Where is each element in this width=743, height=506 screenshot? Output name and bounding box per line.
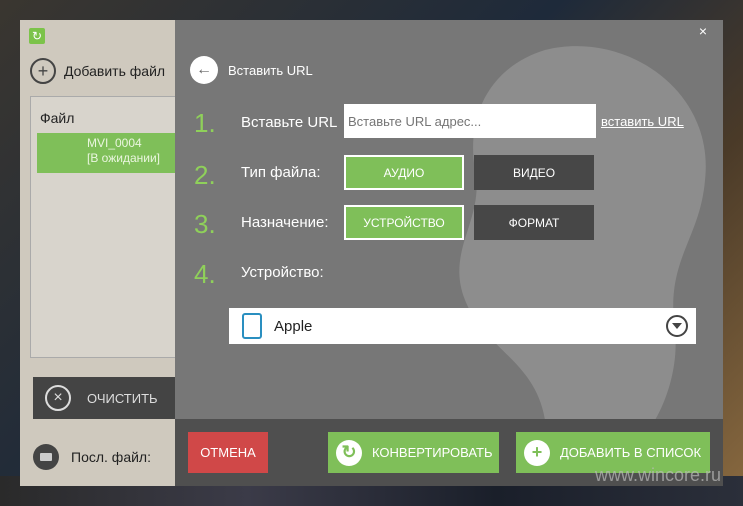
video-button[interactable]: ВИДЕО (474, 155, 594, 190)
clear-label: ОЧИСТИТЬ (87, 390, 158, 406)
back-button[interactable]: ← Вставить URL (190, 56, 313, 84)
plus-icon: + (30, 58, 56, 84)
last-file-button[interactable]: Посл. файл: (33, 444, 151, 470)
convert-label: КОНВЕРТИРОВАТЬ (372, 445, 493, 460)
plus-icon: + (524, 439, 550, 466)
device-select[interactable]: Apple (229, 308, 696, 344)
clear-button[interactable]: × ОЧИСТИТЬ (33, 377, 185, 419)
device-selected-value: Apple (274, 317, 313, 335)
add-file-button[interactable]: + Добавить файл (30, 58, 165, 84)
step-number-2: 2. (194, 160, 216, 190)
file-name: MVI_0004 (87, 136, 142, 150)
watermark: www.wincore.ru (594, 465, 721, 485)
step-label-destination: Назначение: (241, 214, 329, 231)
file-panel: ↻ + Добавить файл Файл MVI_0004 [В ожида… (20, 20, 185, 486)
close-button[interactable]: × (699, 23, 707, 39)
url-input[interactable] (344, 104, 596, 138)
file-status: [В ожидании] (87, 151, 160, 165)
folder-icon (33, 444, 59, 470)
step-number-3: 3. (194, 209, 216, 239)
format-button[interactable]: ФОРМАТ (474, 205, 594, 240)
step-number-4: 4. (194, 259, 216, 289)
step-label-file-type: Тип файла: (241, 164, 321, 181)
file-list: Файл MVI_0004 [В ожидании] (30, 96, 182, 358)
close-icon: × (45, 385, 71, 411)
add-to-list-label: ДОБАВИТЬ В СПИСОК (560, 445, 702, 460)
back-arrow-icon: ← (190, 56, 218, 84)
add-file-label: Добавить файл (64, 63, 166, 79)
list-item[interactable]: MVI_0004 [В ожидании] (37, 133, 181, 173)
convert-button[interactable]: ↻ КОНВЕРТИРОВАТЬ (328, 432, 499, 473)
audio-button[interactable]: АУДИО (344, 155, 464, 190)
step-label-device: Устройство: (241, 264, 324, 281)
paste-url-link[interactable]: вставить URL (601, 114, 684, 129)
step-number-1: 1. (194, 108, 216, 138)
convert-icon: ↻ (336, 439, 362, 466)
dialog-title: Вставить URL (228, 62, 313, 78)
cancel-button[interactable]: ОТМЕНА (188, 432, 268, 473)
paste-url-dialog: × ← Вставить URL 1. Вставьте URL вставит… (175, 20, 723, 419)
last-file-label: Посл. файл: (71, 449, 151, 465)
step-label-url: Вставьте URL (241, 114, 338, 131)
device-button[interactable]: УСТРОЙСТВО (344, 205, 464, 240)
chevron-down-icon[interactable] (666, 315, 688, 337)
file-list-header: Файл (40, 110, 75, 126)
app-logo-icon: ↻ (29, 28, 45, 44)
tablet-icon (242, 313, 262, 339)
